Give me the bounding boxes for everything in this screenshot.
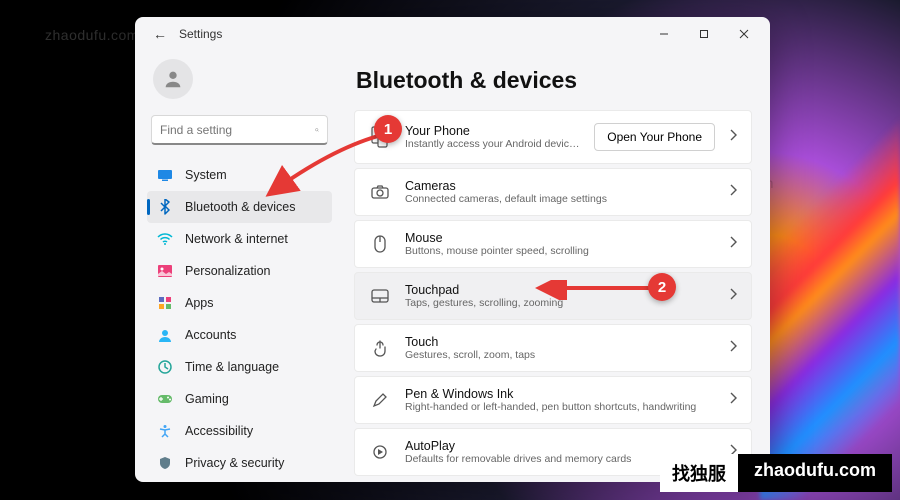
setting-row-camera[interactable]: CamerasConnected cameras, default image … xyxy=(354,168,752,216)
row-title: Touch xyxy=(405,335,715,349)
sidebar-item-accounts[interactable]: Accounts xyxy=(147,319,332,351)
privacy-icon xyxy=(157,455,173,471)
person-icon xyxy=(162,68,184,90)
sidebar-item-wifi[interactable]: Network & internet xyxy=(147,223,332,255)
chevron-right-icon xyxy=(729,235,737,253)
autoplay-icon xyxy=(369,441,391,463)
sidebar-item-accessibility[interactable]: Accessibility xyxy=(147,415,332,447)
corner-zh: 找独服 xyxy=(660,454,738,492)
sidebar-item-label: Apps xyxy=(185,296,214,310)
titlebar: ← Settings xyxy=(135,17,770,51)
maximize-button[interactable] xyxy=(684,20,724,48)
setting-row-pen[interactable]: Pen & Windows InkRight-handed or left-ha… xyxy=(354,376,752,424)
setting-row-touch[interactable]: TouchGestures, scroll, zoom, taps xyxy=(354,324,752,372)
sidebar-item-personalization[interactable]: Personalization xyxy=(147,255,332,287)
row-sub: Right-handed or left-handed, pen button … xyxy=(405,401,715,413)
window-controls xyxy=(644,20,764,48)
mouse-icon xyxy=(369,233,391,255)
sidebar-item-label: Gaming xyxy=(185,392,229,406)
accessibility-icon xyxy=(157,423,173,439)
search-icon xyxy=(315,123,319,137)
sidebar-item-time[interactable]: Time & language xyxy=(147,351,332,383)
row-title: Cameras xyxy=(405,179,715,193)
your-phone-card[interactable]: Your Phone Instantly access your Android… xyxy=(354,110,752,164)
close-button[interactable] xyxy=(724,20,764,48)
sidebar-item-label: Privacy & security xyxy=(185,456,284,470)
setting-row-touchpad[interactable]: TouchpadTaps, gestures, scrolling, zoomi… xyxy=(354,272,752,320)
corner-attribution: 找独服 zhaodufu.com xyxy=(660,454,892,492)
sidebar-item-gaming[interactable]: Gaming xyxy=(147,383,332,415)
minimize-button[interactable] xyxy=(644,20,684,48)
sidebar-item-label: Accounts xyxy=(185,328,236,342)
system-icon xyxy=(157,167,173,183)
chevron-right-icon xyxy=(729,391,737,409)
row-sub: Buttons, mouse pointer speed, scrolling xyxy=(405,245,715,257)
row-sub: Connected cameras, default image setting… xyxy=(405,193,715,205)
sidebar-item-bluetooth[interactable]: Bluetooth & devices xyxy=(147,191,332,223)
setting-row-mouse[interactable]: MouseButtons, mouse pointer speed, scrol… xyxy=(354,220,752,268)
phone-title: Your Phone xyxy=(405,124,580,138)
row-sub: Gestures, scroll, zoom, taps xyxy=(405,349,715,361)
user-avatar[interactable] xyxy=(153,59,193,99)
row-title: Mouse xyxy=(405,231,715,245)
personalization-icon xyxy=(157,263,173,279)
accounts-icon xyxy=(157,327,173,343)
search-input[interactable] xyxy=(160,123,315,137)
sidebar-item-label: Personalization xyxy=(185,264,270,278)
sidebar: System Bluetooth & devices Network & inter… xyxy=(135,51,340,482)
row-title: Pen & Windows Ink xyxy=(405,387,715,401)
chevron-right-icon xyxy=(729,128,737,146)
corner-url: zhaodufu.com xyxy=(738,454,892,492)
apps-icon xyxy=(157,295,173,311)
chevron-right-icon xyxy=(729,339,737,357)
step-2-badge: 2 xyxy=(648,273,676,301)
sidebar-item-privacy[interactable]: Privacy & security xyxy=(147,447,332,479)
touch-icon xyxy=(369,337,391,359)
wifi-icon xyxy=(157,231,173,247)
search-box[interactable] xyxy=(151,115,328,145)
open-your-phone-button[interactable]: Open Your Phone xyxy=(594,123,715,151)
window-title: Settings xyxy=(179,27,644,41)
back-button[interactable]: ← xyxy=(147,21,173,47)
sidebar-item-label: System xyxy=(185,168,227,182)
sidebar-item-system[interactable]: System xyxy=(147,159,332,191)
sidebar-item-label: Bluetooth & devices xyxy=(185,200,296,214)
page-title: Bluetooth & devices xyxy=(356,67,752,94)
sidebar-item-label: Time & language xyxy=(185,360,279,374)
time-icon xyxy=(157,359,173,375)
chevron-right-icon xyxy=(729,287,737,305)
touchpad-icon xyxy=(369,285,391,307)
sidebar-item-update[interactable]: Windows Update xyxy=(147,479,332,482)
chevron-right-icon xyxy=(729,183,737,201)
content-area: Bluetooth & devices Your Phone Instantly… xyxy=(340,51,770,482)
pen-icon xyxy=(369,389,391,411)
sidebar-item-label: Accessibility xyxy=(185,424,253,438)
step-1-badge: 1 xyxy=(374,115,402,143)
bluetooth-icon xyxy=(157,199,173,215)
gaming-icon xyxy=(157,391,173,407)
camera-icon xyxy=(369,181,391,203)
row-title: AutoPlay xyxy=(405,439,715,453)
phone-sub: Instantly access your Android device's p… xyxy=(405,138,580,150)
sidebar-item-label: Network & internet xyxy=(185,232,288,246)
sidebar-item-apps[interactable]: Apps xyxy=(147,287,332,319)
settings-window: ← Settings System Bluetooth & devices Netw… xyxy=(135,17,770,482)
sidebar-nav: System Bluetooth & devices Network & inter… xyxy=(147,159,332,482)
